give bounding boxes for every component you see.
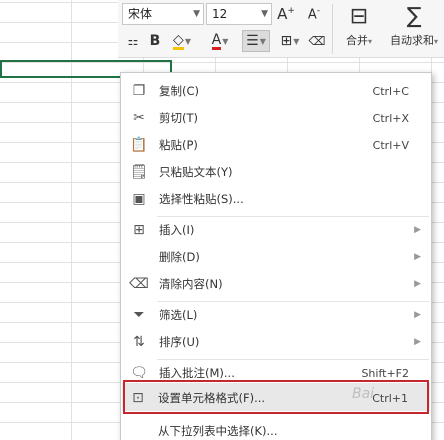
font-name-select[interactable]: 宋体 ▼ xyxy=(122,3,204,25)
fill-color-button[interactable]: ◇ ▼ xyxy=(168,30,196,52)
menu-item-label: 选择性粘贴(S)... xyxy=(159,192,244,206)
toolbar-divider xyxy=(332,4,333,54)
menu-item-shortcut: Ctrl+C xyxy=(372,84,409,98)
menu-separator xyxy=(157,301,429,302)
menu-item-sort[interactable]: ⇅ 排序(U) ▶ xyxy=(121,330,431,354)
submenu-arrow-icon: ▶ xyxy=(414,310,421,320)
sort-icon: ⇅ xyxy=(133,334,145,350)
copy-icon: ❐ xyxy=(132,83,146,99)
menu-separator xyxy=(157,359,429,360)
menu-item-label: 插入批注(M)... xyxy=(159,366,235,380)
chevron-down-icon: ▼ xyxy=(259,36,266,46)
font-size-value: 12 xyxy=(212,7,228,21)
menu-item-label: 粘贴(P) xyxy=(159,138,198,152)
chevron-down-icon: ▼ xyxy=(222,36,229,46)
bold-icon: B xyxy=(149,33,161,49)
menu-separator xyxy=(157,216,429,217)
highlight-box xyxy=(123,380,429,414)
menu-item-label: 剪切(T) xyxy=(159,111,198,125)
menu-item-label: 从下拉列表中选择(K)... xyxy=(158,424,278,438)
paste-text-icon: 🗒 xyxy=(130,164,148,180)
menu-item-shortcut: Ctrl+V xyxy=(372,138,409,152)
eraser-icon: ⌫ xyxy=(308,34,326,48)
font-shrink-button[interactable]: A- xyxy=(304,3,324,25)
menu-item-shortcut: Ctrl+X xyxy=(372,111,409,125)
menu-item-label: 插入(I) xyxy=(159,223,195,237)
font-size-select[interactable]: 12 ▼ xyxy=(206,3,272,25)
menu-item-label: 只粘贴文本(Y) xyxy=(159,165,233,179)
menu-item-delete[interactable]: 删除(D) ▶ xyxy=(121,245,431,269)
menu-item-clear[interactable]: ⌫ 清除内容(N) ▶ xyxy=(121,272,431,296)
scissors-icon: ✂ xyxy=(133,110,145,126)
autosum-label: 自动求和 xyxy=(389,34,434,47)
clear-format-icon: ⚏ xyxy=(127,34,139,48)
menu-item-insert[interactable]: ⊞ 插入(I) ▶ xyxy=(121,218,431,242)
insert-icon: ⊞ xyxy=(133,222,145,238)
submenu-arrow-icon: ▶ xyxy=(414,337,421,347)
chevron-down-icon: ▼ xyxy=(193,9,200,19)
menu-item-label: 复制(C) xyxy=(159,84,200,98)
eraser-icon: ⌫ xyxy=(129,276,149,292)
font-name-value: 宋体 xyxy=(128,7,153,21)
menu-item-filter[interactable]: ⏷ 筛选(L) ▶ xyxy=(121,303,431,327)
watermark: Bai xyxy=(352,386,375,402)
borders-icon: ⊞ xyxy=(280,33,293,49)
menu-item-shortcut: Shift+F2 xyxy=(361,366,409,380)
align-center-icon: ☰ xyxy=(246,33,259,49)
menu-item-label: 筛选(L) xyxy=(159,308,198,322)
menu-item-label: 排序(U) xyxy=(159,335,200,349)
chevron-down-icon: ▼ xyxy=(293,36,300,46)
font-color-icon: A xyxy=(211,31,222,50)
menu-item-paste-special[interactable]: ▣ 选择性粘贴(S)... xyxy=(121,187,431,211)
menu-item-copy[interactable]: ❐ 复制(C) Ctrl+C xyxy=(121,79,431,103)
font-shrink-icon: A- xyxy=(307,5,321,23)
submenu-arrow-icon: ▶ xyxy=(414,225,421,235)
chevron-down-icon: ▼ xyxy=(184,36,191,46)
align-button[interactable]: ☰ ▼ xyxy=(242,30,270,52)
menu-item-pick-from-list[interactable]: 从下拉列表中选择(K)... xyxy=(120,419,430,440)
fill-bucket-icon: ◇ xyxy=(173,31,184,50)
merge-icon: ⊟ xyxy=(349,4,369,29)
menu-item-label: 清除内容(N) xyxy=(159,277,223,291)
submenu-arrow-icon: ▶ xyxy=(414,279,421,289)
autosum-button[interactable]: ∑ 自动求和▾ xyxy=(386,2,442,48)
font-grow-button[interactable]: A+ xyxy=(276,3,296,25)
border-style-button[interactable]: ⚏ xyxy=(122,30,144,52)
chevron-down-icon: ▼ xyxy=(261,9,268,19)
filter-icon: ⏷ xyxy=(133,307,145,323)
menu-item-cut[interactable]: ✂ 剪切(T) Ctrl+X xyxy=(121,106,431,130)
borders-button[interactable]: ⊞ ▼ xyxy=(276,30,304,52)
comment-icon: 🗨 xyxy=(130,365,148,381)
merge-label: 合并 xyxy=(345,34,368,47)
bold-button[interactable]: B xyxy=(146,30,164,52)
menu-item-paste[interactable]: 📋 粘贴(P) Ctrl+V xyxy=(121,133,431,157)
sigma-icon: ∑ xyxy=(406,4,422,29)
ribbon-toolbar: 宋体 ▼ 12 ▼ A+ A- ⚏ B ◇ ▼ A ▼ ☰ ▼ ⊞ ▼ ⌫ ⊟ 合并▾ … xyxy=(118,0,444,58)
merge-button[interactable]: ⊟ 合并▾ xyxy=(334,2,384,48)
paste-special-icon: ▣ xyxy=(132,191,146,207)
submenu-arrow-icon: ▶ xyxy=(414,252,421,262)
font-color-button[interactable]: A ▼ xyxy=(206,30,234,52)
font-grow-icon: A+ xyxy=(277,5,295,23)
menu-item-label: 删除(D) xyxy=(159,250,200,264)
paste-icon: 📋 xyxy=(130,137,148,153)
clear-button[interactable]: ⌫ xyxy=(308,30,326,52)
menu-item-paste-text[interactable]: 🗒 只粘贴文本(Y) xyxy=(121,160,431,184)
